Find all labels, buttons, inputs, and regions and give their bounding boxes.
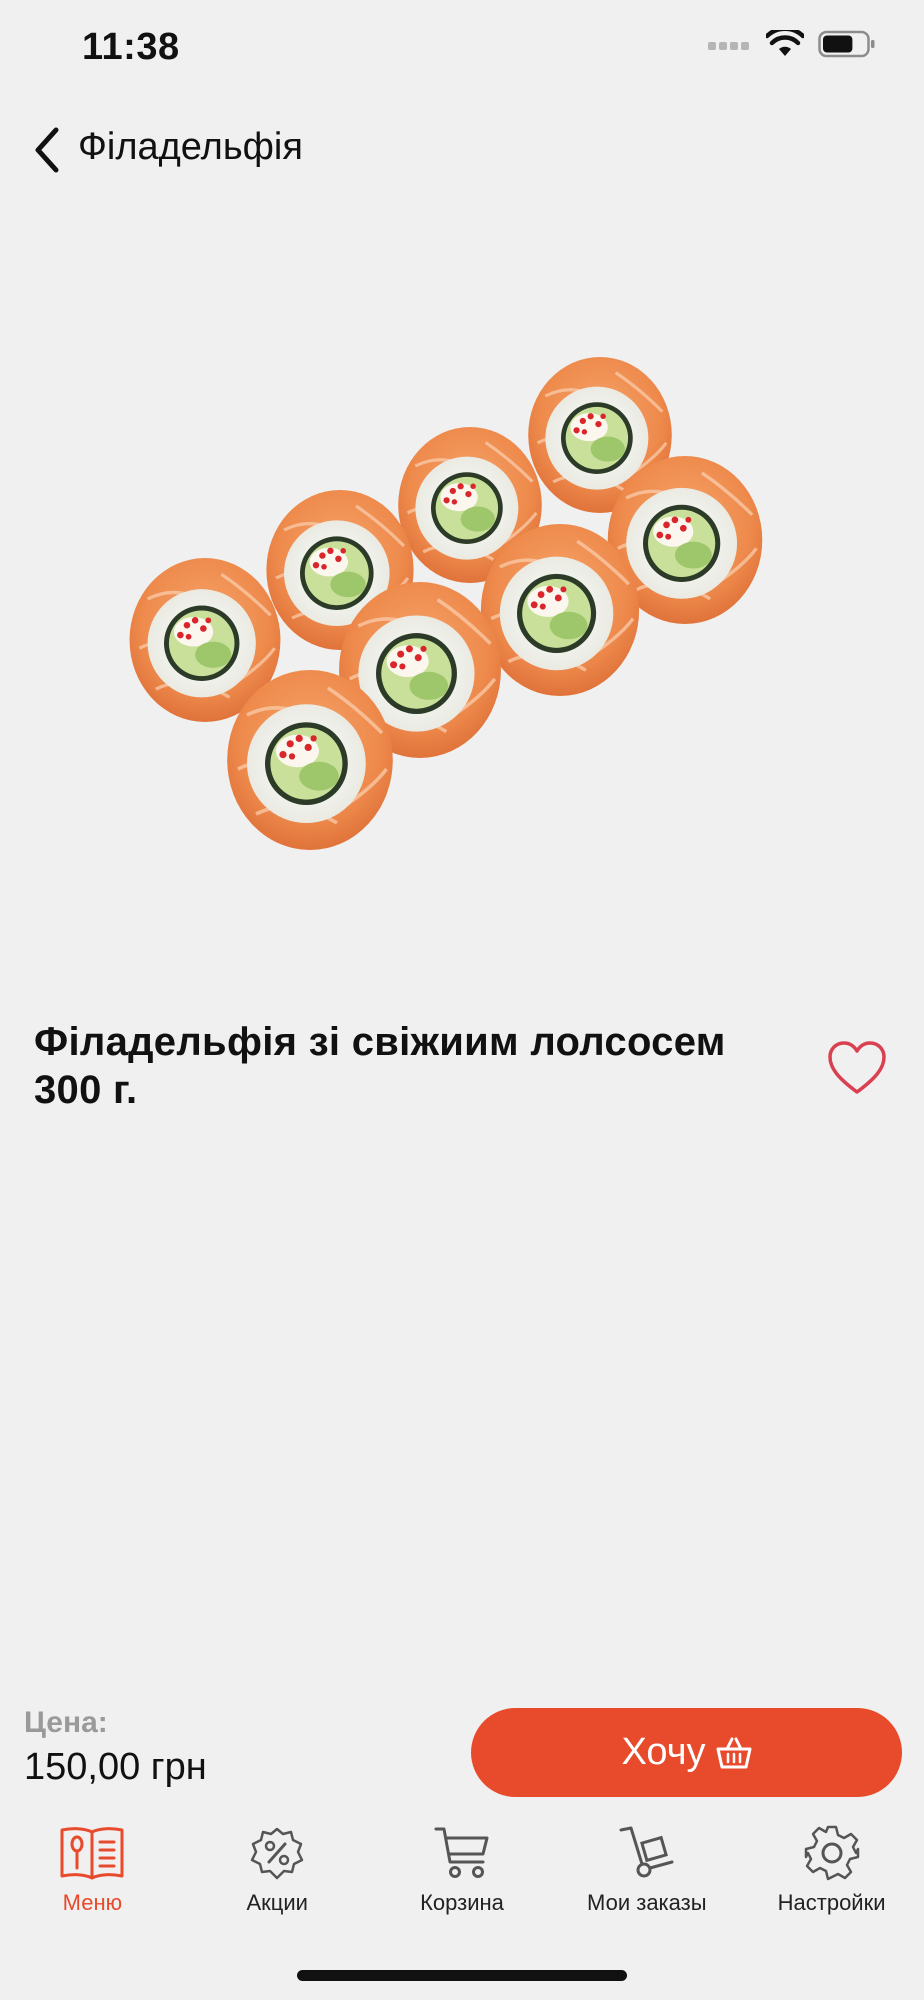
- product-name: Філадельфія зі свіжиим лолсосем 300 г.: [34, 1020, 726, 1112]
- tab-settings-label: Настройки: [777, 1890, 886, 1915]
- favorite-button[interactable]: [826, 1040, 888, 1096]
- tab-menu[interactable]: Меню: [0, 1820, 185, 1930]
- tab-cart-label: Корзина: [420, 1890, 504, 1915]
- signal-icon: [708, 42, 749, 50]
- nav-title: Філадельфія: [78, 126, 303, 168]
- heart-outline-icon: [828, 1041, 886, 1094]
- want-button-label: Хочу: [621, 1731, 706, 1773]
- basket-icon: [716, 1737, 751, 1768]
- tab-cart[interactable]: Корзина: [370, 1820, 555, 1930]
- price-label: Цена:: [24, 1706, 108, 1739]
- tab-settings[interactable]: Настройки: [739, 1820, 924, 1930]
- status-bar: 11:38: [0, 0, 924, 100]
- price-value: 150,00 грн: [24, 1746, 207, 1788]
- home-indicator: [297, 1970, 627, 1981]
- battery-icon: [818, 30, 875, 58]
- price-block: Цена: 150,00 грн: [24, 1706, 207, 1789]
- sushi-roll-image: [110, 340, 810, 910]
- back-button[interactable]: [22, 122, 72, 178]
- tab-my-orders[interactable]: Мои заказы: [554, 1820, 739, 1930]
- chevron-left-icon: [35, 127, 59, 173]
- status-time: 11:38: [82, 26, 180, 68]
- tab-bar: Меню Акции Корзина Мои заказы Настройки: [0, 1820, 924, 1930]
- cart-icon: [434, 1827, 489, 1878]
- want-button[interactable]: Хочу: [471, 1708, 902, 1797]
- wifi-icon: [766, 30, 804, 56]
- menu-book-icon: [60, 1827, 124, 1880]
- gear-icon: [804, 1825, 859, 1881]
- navigation-bar: Філадельфія: [0, 110, 924, 190]
- percent-badge-icon: [250, 1827, 304, 1880]
- tab-menu-label: Меню: [62, 1890, 123, 1915]
- tab-promotions[interactable]: Акции: [185, 1820, 370, 1930]
- tab-my-orders-label: Мои заказы: [587, 1890, 707, 1915]
- tab-promotions-label: Акции: [246, 1890, 308, 1915]
- status-icons: [708, 30, 876, 58]
- dolly-icon: [619, 1826, 674, 1878]
